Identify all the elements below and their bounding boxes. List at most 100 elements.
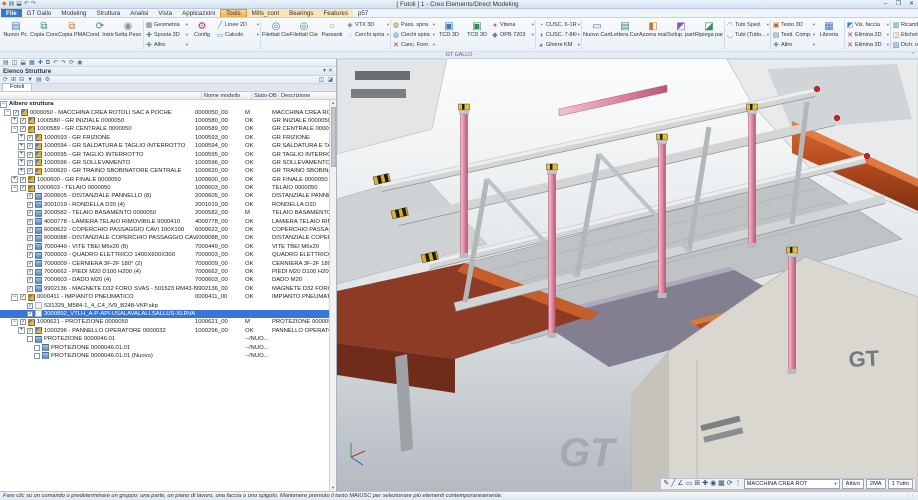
new-document-icon[interactable]: ▤ [3,59,9,67]
ribbon-button-etichetta[interactable]: ◫Etichetta▾ [892,30,918,40]
row-checkbox[interactable]: ✓ [13,110,19,116]
scroll-down-icon[interactable]: ▾ [330,485,336,491]
row-checkbox[interactable]: ✓ [27,202,33,208]
column-header-tree[interactable] [0,92,202,99]
tree-row[interactable]: +✓1000600 - GR FINALE 00000501000600_00O… [0,176,329,184]
tree-row[interactable]: ✓2000582 - TELAIO BASAMENTO 000005020005… [0,209,329,217]
row-checkbox[interactable]: ✓ [27,261,33,267]
tree-row[interactable]: +✓1000580 - GR INIZIALE 00000501000580_0… [0,117,329,125]
tree-row[interactable]: ✓4000778 - LAMIERA TELAIO RIMOVIBILE 900… [0,217,329,225]
ribbon-button-copia-pma[interactable]: ⧉Copia PMA [58,19,86,50]
open-icon[interactable]: ◫ [12,59,18,67]
ribbon-button-testo-3d[interactable]: ▣Testo 3D▾ [772,20,815,30]
tree-row[interactable]: ✓9902136 - MAGNETE D32 FORO SVAS - 50152… [0,285,329,293]
copy-icon[interactable]: ⧉ [46,59,50,67]
3d-viewport[interactable]: GT [337,59,918,491]
row-checkbox[interactable]: ✓ [27,244,33,250]
row-checkbox[interactable] [27,336,33,342]
tree-row[interactable]: PROTEZIONE 0000046.01.01 (Nuovo)--/NUO..… [0,352,329,360]
ribbon-button-tcd-3d[interactable]: ▣TCD 3D [435,19,463,50]
ribbon-button-copia-cond[interactable]: ⧉Copia Cond. [30,19,58,50]
tree-row[interactable]: PROTEZIONE 0000046.01.01--/NUO... [0,343,329,351]
line-icon[interactable]: ╱ [671,479,675,489]
status-field-2ma[interactable]: 2MA [866,479,886,489]
tab-bearings[interactable]: Bearings [284,9,318,17]
tree-row[interactable]: −✓1000603 - TELAIO 00000501000603_00OKTE… [0,184,329,192]
row-checkbox[interactable]: ✓ [20,185,26,191]
app-icon[interactable]: ◆ [2,0,7,8]
save-icon[interactable]: ⬓ [16,0,22,8]
row-checkbox[interactable]: ✓ [27,227,33,233]
angle-measure-icon[interactable]: ∠ [677,479,683,489]
ribbon-button-filettati-ciechi[interactable]: ◎Filettati Ciechi [262,19,290,50]
column-header-nome-modello[interactable]: Nome modello [202,92,252,99]
row-checkbox[interactable] [34,345,40,351]
row-checkbox[interactable]: ✓ [27,269,33,275]
ribbon-button-ricambi[interactable]: ▥Ricambi▾ [892,20,918,30]
undo-icon[interactable]: ↶ [53,59,58,67]
row-checkbox[interactable]: ✓ [27,303,33,309]
ribbon-button-altro[interactable]: ✚Altro▾ [145,40,188,50]
row-checkbox[interactable]: ✓ [27,235,33,241]
tree-row[interactable]: ✓7000662 - PIEDI M20 D100 H200 (4)700066… [0,268,329,276]
row-checkbox[interactable]: ✓ [20,126,26,132]
ribbon-button-vis-faccia[interactable]: ◩Vis. faccia▾ [846,20,889,30]
row-checkbox[interactable]: ✓ [20,294,26,300]
tab-modeling[interactable]: Modeling [56,9,91,17]
ribbon-button-canc-foro[interactable]: ✕Canc. Foro▾ [392,40,435,50]
undo-icon[interactable]: ↶ [24,0,29,8]
tree-row[interactable]: +✓1000620 - GR TRAINO SBOBINATORE CENTRA… [0,167,329,175]
ribbon-button-cusc-6-1rs[interactable]: ◔CUSC. 6-1RS▾ [537,20,580,30]
ribbon-button-nuovo-pc[interactable]: ▤Nuovo Pc. [2,19,30,50]
expand-toggle[interactable]: − [4,109,11,116]
rotate-view-icon[interactable]: ⟳ [727,479,733,489]
save-icon[interactable]: ⬓ [20,59,26,67]
dock-icon[interactable]: ◫ [319,76,325,84]
row-checkbox[interactable]: ✓ [27,210,33,216]
row-checkbox[interactable]: ✓ [20,177,26,183]
row-checkbox[interactable]: ✓ [27,160,33,166]
tree-row[interactable]: ✓7000003 - QUADRO ELETTRICO 1400X600X300… [0,251,329,259]
ribbon-button-cusc-7-8kgr[interactable]: ◑CUSC. 7-8KGR▾ [537,30,580,40]
ribbon-button-tubi-sped[interactable]: ◠Tubi Sped.▾ [726,20,769,30]
scroll-up-icon[interactable]: ▴ [330,100,336,106]
expand-toggle[interactable]: + [18,159,25,166]
expand-toggle[interactable]: + [18,143,25,150]
expand-toggle[interactable]: − [0,101,7,108]
ribbon-button-lettera-cart[interactable]: ▤Lettera Cart. [611,19,639,50]
row-checkbox[interactable]: ✓ [27,193,33,199]
ribbon-button-elimina-2d[interactable]: ✕Elimina 2D▾ [846,30,889,40]
resize-grip[interactable]: ⋮⋮ [905,493,915,499]
tree-row[interactable]: +✓1000593 - GR FRIZIONE1000593_00OKGR FR… [0,134,329,142]
ribbon-button-ciechi-spira[interactable]: ◍Ciechi spira▾ [392,30,435,40]
tree-row[interactable]: ✓6000622 - COPERCHIO PASSAGGIO CAVI 100X… [0,226,329,234]
row-checkbox[interactable]: ✓ [27,135,33,141]
expand-toggle[interactable]: + [18,168,25,175]
ribbon-button-linee-2d[interactable]: ╱Linee 2D▾ [216,20,259,30]
expand-toggle[interactable]: + [11,176,18,183]
ribbon-button-azzera-materiale[interactable]: ◧Azzera materiale [639,19,667,50]
ribbon-button-altro[interactable]: ✚Altro▾ [772,40,815,50]
split-icon[interactable]: ◪ [327,76,333,84]
settings-icon[interactable]: ⚙ [45,76,50,84]
tree-row[interactable]: ✓3000892_VTLH_A-P-API-USALAVALALLSALLUS-… [0,310,329,318]
minimize-button[interactable]: – [879,0,892,8]
tree-row[interactable]: +✓1000594 - GR SALDATURA E TAGLIO INTERR… [0,142,329,150]
ribbon-button-config[interactable]: ⚙Config [188,19,216,50]
close-button[interactable]: ✕ [905,0,918,8]
row-checkbox[interactable]: ✓ [27,168,33,174]
row-checkbox[interactable]: ✓ [20,118,26,124]
tree-row[interactable]: −✓1000589 - GR CENTRALE 00000501000589_0… [0,125,329,133]
ribbon-button-testi-comp[interactable]: ▤Testi. Comp.▾ [772,30,815,40]
expand-toggle[interactable]: + [18,134,25,141]
ribbon-button-cerchi-spira[interactable]: ◌Cerchi spira▾ [346,30,389,40]
tab-file[interactable]: File [1,9,22,17]
info-icon[interactable]: ◉ [77,59,82,67]
ribbon-button-dich-occif[interactable]: ▧Dich. occif.▾ [892,40,918,50]
maximize-button[interactable]: ❐ [892,0,905,8]
row-checkbox[interactable]: ✓ [20,319,26,325]
ribbon-button-calcolo[interactable]: ▭Calcolo▾ [216,30,259,40]
tab-fotoli[interactable]: Fotoli [2,83,32,91]
ribbon-button-vtx-3d[interactable]: ◈VTX 3D▾ [346,20,389,30]
ribbon-button-tubi-tutto[interactable]: ◡Tubi (Tutto...)▾ [726,30,769,40]
